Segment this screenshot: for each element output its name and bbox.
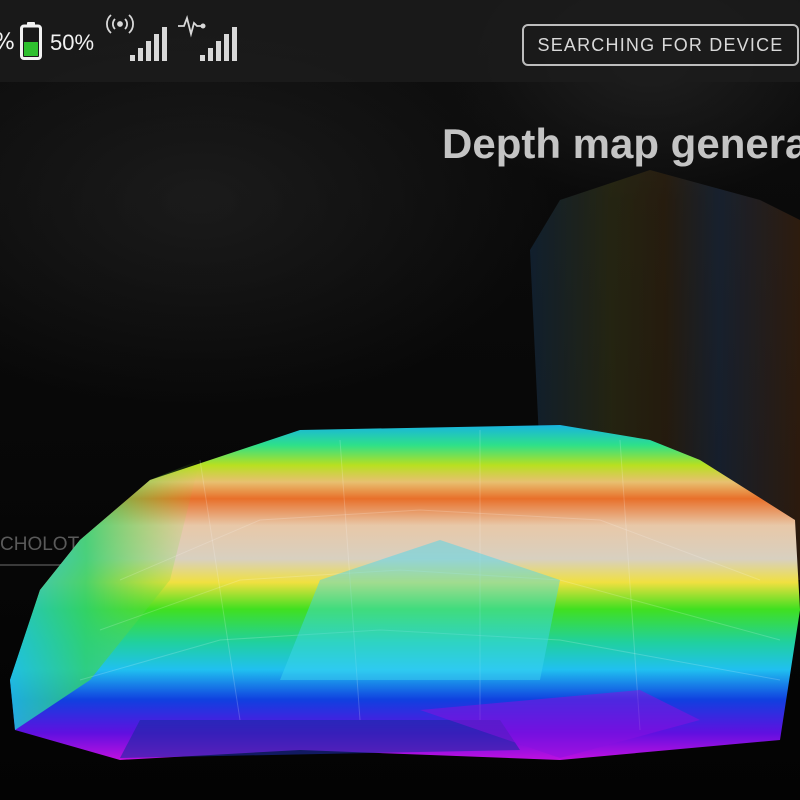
searching-device-button[interactable]: SEARCHING FOR DEVICE [522, 24, 799, 66]
battery-icon [20, 22, 42, 60]
sonar-pulse-icon [178, 14, 237, 61]
wireless-signal-icon [106, 14, 167, 61]
depth-map-3d-model[interactable] [0, 160, 800, 800]
previous-percent-text: % [0, 30, 15, 55]
battery-percent: 50% [50, 30, 95, 55]
status-bar: % 50% SEARCHIN [0, 0, 800, 82]
